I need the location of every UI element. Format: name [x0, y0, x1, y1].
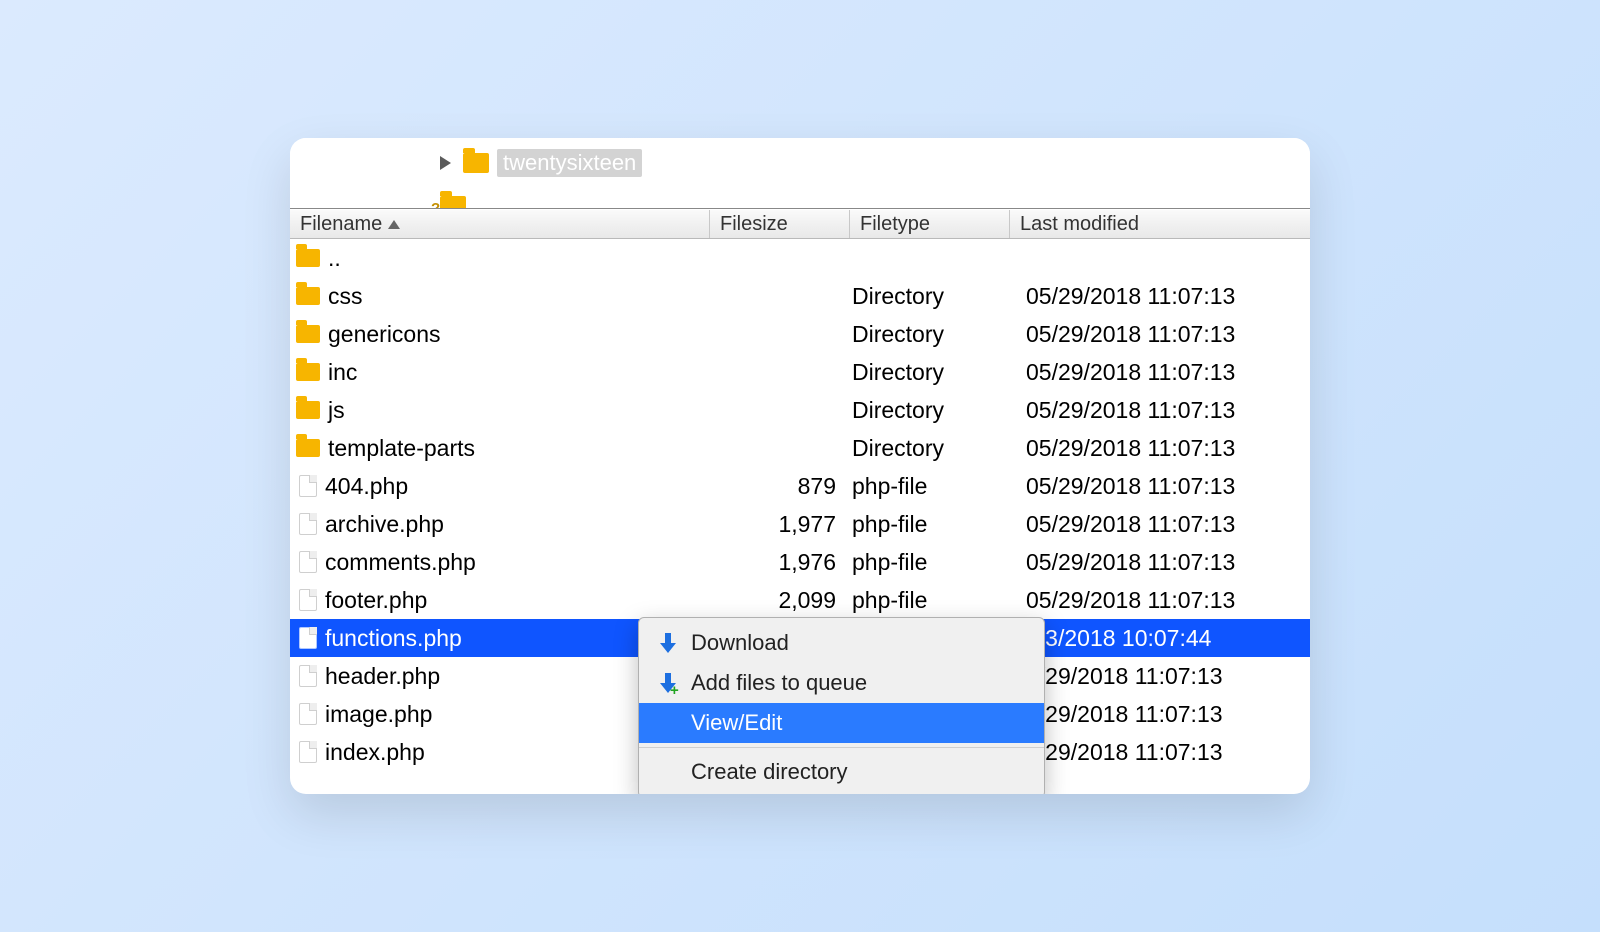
folder-icon	[296, 363, 320, 381]
column-header-filesize[interactable]: Filesize	[710, 210, 850, 238]
file-icon	[299, 703, 317, 725]
tree-item-twentysixteen[interactable]: twentysixteen	[440, 146, 1310, 180]
menu-item-label: Create directory	[691, 759, 848, 785]
file-type: Directory	[850, 321, 1010, 348]
file-size: 1,976	[710, 549, 850, 576]
menu-item-download[interactable]: Download	[639, 623, 1044, 663]
list-item[interactable]: template-parts Directory05/29/2018 11:07:…	[290, 429, 1310, 467]
file-modified: /13/2018 10:07:44	[1010, 625, 1310, 652]
list-item[interactable]: 404.php 879php-file05/29/2018 11:07:13	[290, 467, 1310, 505]
file-type: Directory	[850, 397, 1010, 424]
folder-icon	[296, 325, 320, 343]
file-name: js	[328, 397, 345, 424]
list-item[interactable]: archive.php 1,977php-file05/29/2018 11:07…	[290, 505, 1310, 543]
file-type: Directory	[850, 283, 1010, 310]
column-label: Filesize	[720, 213, 788, 236]
file-size: 879	[710, 473, 850, 500]
menu-item-create-directory[interactable]: Create directory	[639, 752, 1044, 792]
file-modified: 05/29/2018 11:07:13	[1010, 511, 1310, 538]
file-name: header.php	[325, 663, 440, 690]
list-item[interactable]: css Directory05/29/2018 11:07:13	[290, 277, 1310, 315]
column-header-modified[interactable]: Last modified	[1010, 210, 1310, 238]
file-name: ..	[328, 245, 341, 272]
file-modified: 5/29/2018 11:07:13	[1010, 701, 1310, 728]
file-type: Directory	[850, 435, 1010, 462]
folder-icon	[296, 249, 320, 267]
file-modified: 05/29/2018 11:07:13	[1010, 359, 1310, 386]
file-type: Directory	[850, 359, 1010, 386]
file-modified: 05/29/2018 11:07:13	[1010, 283, 1310, 310]
file-type: php-file	[850, 587, 1010, 614]
file-name: comments.php	[325, 549, 476, 576]
menu-item-add-queue[interactable]: + Add files to queue	[639, 663, 1044, 703]
menu-item-label: Download	[691, 630, 789, 656]
menu-item-label: Add files to queue	[691, 670, 867, 696]
file-name: css	[328, 283, 363, 310]
list-item[interactable]: ..	[290, 239, 1310, 277]
tree-item-partial[interactable]	[440, 196, 474, 208]
file-modified: 05/29/2018 11:07:13	[1010, 473, 1310, 500]
column-header-filetype[interactable]: Filetype	[850, 210, 1010, 238]
file-modified: 5/29/2018 11:07:13	[1010, 739, 1310, 766]
file-type: php-file	[850, 473, 1010, 500]
file-size: 2,099	[710, 587, 850, 614]
file-name: footer.php	[325, 587, 427, 614]
file-name: image.php	[325, 701, 432, 728]
file-name: inc	[328, 359, 357, 386]
tree-item-label: twentysixteen	[497, 149, 642, 177]
file-icon	[299, 589, 317, 611]
column-headers: Filename Filesize Filetype Last modified	[290, 209, 1310, 239]
menu-item-view-edit[interactable]: View/Edit	[639, 703, 1044, 743]
folder-icon	[463, 153, 489, 173]
column-header-filename[interactable]: Filename	[290, 210, 710, 238]
list-item[interactable]: genericons Directory05/29/2018 11:07:13	[290, 315, 1310, 353]
column-label: Filename	[300, 213, 382, 236]
menu-separator	[639, 747, 1044, 748]
file-icon	[299, 665, 317, 687]
list-item[interactable]: comments.php 1,976php-file05/29/2018 11:0…	[290, 543, 1310, 581]
file-icon	[299, 513, 317, 535]
disclosure-triangle-icon[interactable]	[440, 156, 451, 170]
download-arrow-icon	[661, 633, 675, 653]
menu-item-label: View/Edit	[691, 710, 782, 736]
file-name: archive.php	[325, 511, 444, 538]
file-icon	[299, 551, 317, 573]
file-modified: 05/29/2018 11:07:13	[1010, 435, 1310, 462]
file-name: functions.php	[325, 625, 462, 652]
folder-unknown-icon	[440, 196, 466, 208]
file-modified: 05/29/2018 11:07:13	[1010, 321, 1310, 348]
folder-icon	[296, 401, 320, 419]
column-label: Filetype	[860, 213, 930, 236]
file-name: index.php	[325, 739, 425, 766]
file-size: 1,977	[710, 511, 850, 538]
file-modified: 05/29/2018 11:07:13	[1010, 397, 1310, 424]
folder-icon	[296, 439, 320, 457]
file-modified: 5/29/2018 11:07:13	[1010, 663, 1310, 690]
file-name: genericons	[328, 321, 441, 348]
download-add-icon: +	[661, 673, 675, 693]
file-modified: 05/29/2018 11:07:13	[1010, 549, 1310, 576]
list-item[interactable]: inc Directory05/29/2018 11:07:13	[290, 353, 1310, 391]
file-name: 404.php	[325, 473, 408, 500]
file-icon	[299, 627, 317, 649]
file-name: template-parts	[328, 435, 475, 462]
file-icon	[299, 475, 317, 497]
file-icon	[299, 741, 317, 763]
sort-ascending-icon	[388, 220, 400, 229]
column-label: Last modified	[1020, 213, 1139, 236]
folder-icon	[296, 287, 320, 305]
file-type: php-file	[850, 511, 1010, 538]
context-menu: Download + Add files to queue View/Edit …	[638, 617, 1045, 794]
file-manager-window: twentysixteen Filename Filesize Filetype…	[290, 138, 1310, 794]
file-type: php-file	[850, 549, 1010, 576]
file-modified: 05/29/2018 11:07:13	[1010, 587, 1310, 614]
list-item[interactable]: js Directory05/29/2018 11:07:13	[290, 391, 1310, 429]
folder-tree[interactable]: twentysixteen	[290, 138, 1310, 208]
list-item[interactable]: footer.php 2,099php-file05/29/2018 11:07:…	[290, 581, 1310, 619]
